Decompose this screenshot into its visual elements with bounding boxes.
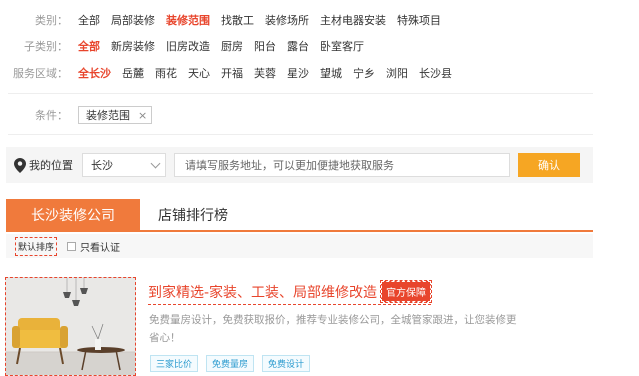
condition-tag: 装修范围 × <box>78 106 153 124</box>
listing-tag: 免费量房 <box>206 355 255 372</box>
condition-divider <box>8 134 593 135</box>
subtype-option-old-house[interactable]: 旧房改造 <box>166 38 210 54</box>
listing-tag: 免费设计 <box>262 355 311 372</box>
listing-tags: 三家比价 免费量房 免费设计 <box>150 355 318 372</box>
listing-title[interactable]: 到家精选-家装、工装、局部维修改造 <box>148 282 377 302</box>
my-location-label: 我的位置 <box>29 159 73 172</box>
area-option-wangcheng[interactable]: 望城 <box>320 65 342 81</box>
location-bar: 我的位置 长沙 确认 <box>6 147 593 183</box>
filter-option-renovation-scope[interactable]: 装修范围 <box>166 12 210 28</box>
area-option-yuelu[interactable]: 岳麓 <box>122 65 144 81</box>
filter-option-odd-jobs[interactable]: 找散工 <box>221 12 254 28</box>
chevron-down-icon <box>150 158 161 168</box>
city-select-value: 长沙 <box>91 159 113 172</box>
tab-shop-ranking[interactable]: 店铺排行榜 <box>140 199 246 230</box>
subtype-option-new-home[interactable]: 新房装修 <box>111 38 155 54</box>
filter-option-partial-renovation[interactable]: 局部装修 <box>111 12 155 28</box>
tab-bar: 长沙装修公司 店铺排行榜 <box>6 199 593 232</box>
subtype-option-all[interactable]: 全部 <box>78 38 100 54</box>
city-select[interactable]: 长沙 <box>82 153 166 177</box>
tab-changsha-companies[interactable]: 长沙装修公司 <box>6 199 140 230</box>
sort-bar: 默认排序 只看认证 <box>6 234 593 258</box>
listing-tag: 三家比价 <box>150 355 199 372</box>
area-option-ningxiang[interactable]: 宁乡 <box>353 65 375 81</box>
verified-only-checkbox[interactable] <box>67 241 77 251</box>
area-option-yuhua[interactable]: 雨花 <box>155 65 177 81</box>
filter-row-type: 类别： 全部 局部装修 装修范围 找散工 装修场所 主材电器安装 特殊项目 <box>0 9 452 31</box>
filter-option-all[interactable]: 全部 <box>78 12 100 28</box>
condition-label: 条件： <box>35 109 68 122</box>
subtype-option-bedroom-living[interactable]: 卧室客厅 <box>320 38 364 54</box>
verified-only-label: 只看认证 <box>80 242 121 254</box>
condition-remove-icon[interactable]: × <box>138 109 147 122</box>
confirm-button[interactable]: 确认 <box>518 153 580 177</box>
address-input[interactable] <box>174 153 510 177</box>
location-pin-icon <box>14 157 26 173</box>
filter-option-appliance-install[interactable]: 主材电器安装 <box>320 12 386 28</box>
listing-title-row[interactable]: 到家精选-家装、工装、局部维修改造 官方保障 <box>148 280 433 305</box>
condition-row: 条件： 装修范围 × <box>0 104 153 126</box>
subtype-option-balcony[interactable]: 阳台 <box>254 38 276 54</box>
verified-only-toggle[interactable]: 只看认证 <box>67 239 120 254</box>
filter-label-area: 服务区域： <box>13 67 68 80</box>
armchair-illustration <box>6 278 135 375</box>
filter-option-renovation-venue[interactable]: 装修场所 <box>265 12 309 28</box>
area-option-kaifu[interactable]: 开福 <box>221 65 243 81</box>
filter-divider <box>8 93 593 94</box>
filter-label-type: 类别： <box>35 14 68 27</box>
official-guarantee-badge: 官方保障 <box>380 280 433 303</box>
area-option-xingsha[interactable]: 星沙 <box>287 65 309 81</box>
listing-description: 免费量房设计，免费获取报价，推荐专业装修公司，全城管家跟进，让您装修更省心！ <box>149 314 517 344</box>
area-option-tianxin[interactable]: 天心 <box>188 65 210 81</box>
area-option-liuyang[interactable]: 浏阳 <box>386 65 408 81</box>
filter-option-special-projects[interactable]: 特殊项目 <box>397 12 441 28</box>
filter-row-area: 服务区域： 全长沙 岳麓 雨花 天心 开福 芙蓉 星沙 望城 宁乡 浏阳 长沙县 <box>0 62 463 84</box>
area-option-all-changsha[interactable]: 全长沙 <box>78 65 111 81</box>
sort-default-button[interactable]: 默认排序 <box>15 236 58 256</box>
area-option-changsha-county[interactable]: 长沙县 <box>419 65 452 81</box>
subtype-option-terrace[interactable]: 露台 <box>287 38 309 54</box>
listing-image[interactable] <box>5 277 136 376</box>
filter-row-subtype: 子类别： 全部 新房装修 旧房改造 厨房 阳台 露台 卧室客厅 <box>0 35 375 57</box>
subtype-option-kitchen[interactable]: 厨房 <box>221 38 243 54</box>
area-option-furong[interactable]: 芙蓉 <box>254 65 276 81</box>
condition-tag-text: 装修范围 <box>86 109 130 122</box>
filter-label-subtype: 子类别： <box>24 40 68 53</box>
